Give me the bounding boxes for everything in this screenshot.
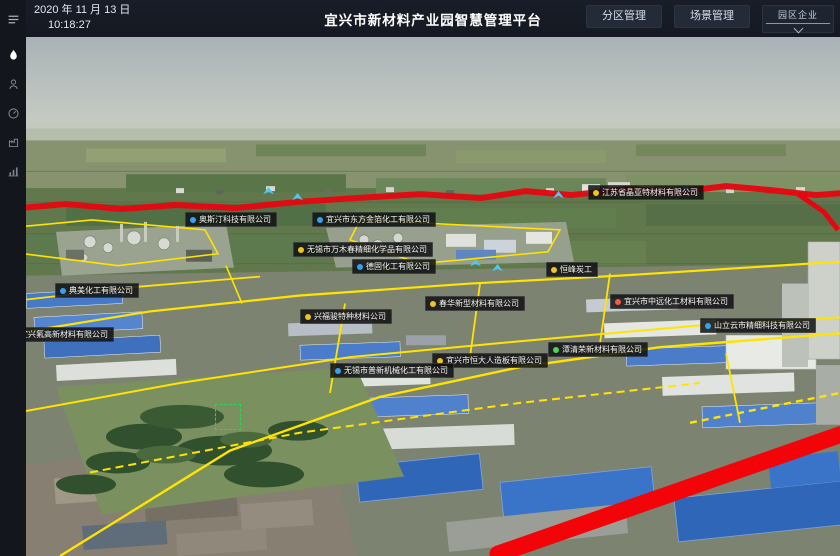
map-label-text: 无锡市普新机械化工有限公司: [344, 367, 448, 375]
datetime-block: 2020 年 11 月 13 日 10:18:27: [34, 3, 130, 33]
chevron-down-icon: [793, 24, 803, 34]
header-actions: 分区管理 场景管理 园区企业: [586, 5, 834, 33]
poi-icon: [593, 190, 599, 196]
map-label[interactable]: 奥斯汀科技有限公司: [185, 212, 277, 227]
sky: [26, 37, 840, 148]
bar-chart-icon[interactable]: [0, 158, 26, 184]
map-label[interactable]: 江苏省晶亚特材料有限公司: [588, 185, 704, 200]
map-label[interactable]: 山立云市精细科技有限公司: [700, 318, 816, 333]
poi-icon: [705, 323, 711, 329]
meter-icon[interactable]: [0, 100, 26, 126]
map-label-text: 山立云市精细科技有限公司: [714, 322, 810, 330]
map-label-text: 恒峰炭工: [560, 266, 592, 274]
poi-icon: [551, 267, 557, 273]
map-label-text: 典美化工有限公司: [69, 287, 133, 295]
enterprise-dropdown[interactable]: 园区企业: [762, 5, 834, 33]
map-label-text: 春华新型材料有限公司: [439, 300, 519, 308]
poi-icon: [298, 247, 304, 253]
map-label[interactable]: 无锡市万木春精细化学品有限公司: [293, 242, 433, 257]
map-label-text: 宜兴氟高新材料有限公司: [26, 331, 108, 339]
poi-icon: [430, 301, 436, 307]
worker-icon[interactable]: [0, 71, 26, 97]
poi-icon: [190, 217, 196, 223]
top-header: 2020 年 11 月 13 日 10:18:27 宜兴市新材料产业园智慧管理平…: [26, 0, 840, 37]
map-label-text: 无锡市万木春精细化学品有限公司: [307, 246, 427, 254]
map-label[interactable]: 典美化工有限公司: [55, 283, 139, 298]
map-label-text: 宜兴市东方金箔化工有限公司: [326, 216, 430, 224]
map-label[interactable]: 春华新型材料有限公司: [425, 296, 525, 311]
poi-icon: [553, 347, 559, 353]
date-text: 2020 年 11 月 13 日: [34, 3, 130, 18]
map-label-text: 兴福骏特种材料公司: [314, 313, 386, 321]
map-label-text: 宜兴市中远化工材料有限公司: [624, 298, 728, 306]
map-label[interactable]: 德固化工有限公司: [352, 259, 436, 274]
zone-management-button[interactable]: 分区管理: [586, 5, 662, 28]
map-label[interactable]: 宜兴市中远化工材料有限公司: [610, 294, 734, 309]
map-label[interactable]: 恒峰炭工: [546, 262, 598, 277]
map-label-text: 江苏省晶亚特材料有限公司: [602, 189, 698, 197]
map-label[interactable]: 宜兴市东方金箔化工有限公司: [312, 212, 436, 227]
poi-icon: [305, 314, 311, 320]
map-label-text: 德固化工有限公司: [366, 263, 430, 271]
map-label[interactable]: 无锡市普新机械化工有限公司: [330, 363, 454, 378]
poi-icon: [60, 288, 66, 294]
map-label[interactable]: 宜兴氟高新材料有限公司: [26, 327, 114, 342]
map-label-text: 奥斯汀科技有限公司: [199, 216, 271, 224]
poi-icon: [357, 264, 363, 270]
map-label-text: 宜兴市恒大人造板有限公司: [446, 357, 542, 365]
factory-icon[interactable]: [0, 129, 26, 155]
poi-icon: [317, 217, 323, 223]
scene-management-button[interactable]: 场景管理: [674, 5, 750, 28]
map-label[interactable]: 兴福骏特种材料公司: [300, 309, 392, 324]
map-label[interactable]: 潭清荣新材料有限公司: [548, 342, 648, 357]
poi-icon: [335, 368, 341, 374]
map-label-text: 潭清荣新材料有限公司: [562, 346, 642, 354]
poi-icon: [615, 299, 621, 305]
time-text: 10:18:27: [48, 18, 130, 33]
sidebar: [0, 0, 26, 556]
map-view[interactable]: 奥斯汀科技有限公司 宜兴市东方金箔化工有限公司无锡市万木春精细化学品有限公司德固化…: [26, 37, 840, 556]
enterprise-dropdown-label: 园区企业: [778, 8, 818, 21]
menu-icon[interactable]: [0, 6, 26, 32]
selection-box: [215, 404, 241, 430]
flame-icon[interactable]: [0, 42, 26, 68]
